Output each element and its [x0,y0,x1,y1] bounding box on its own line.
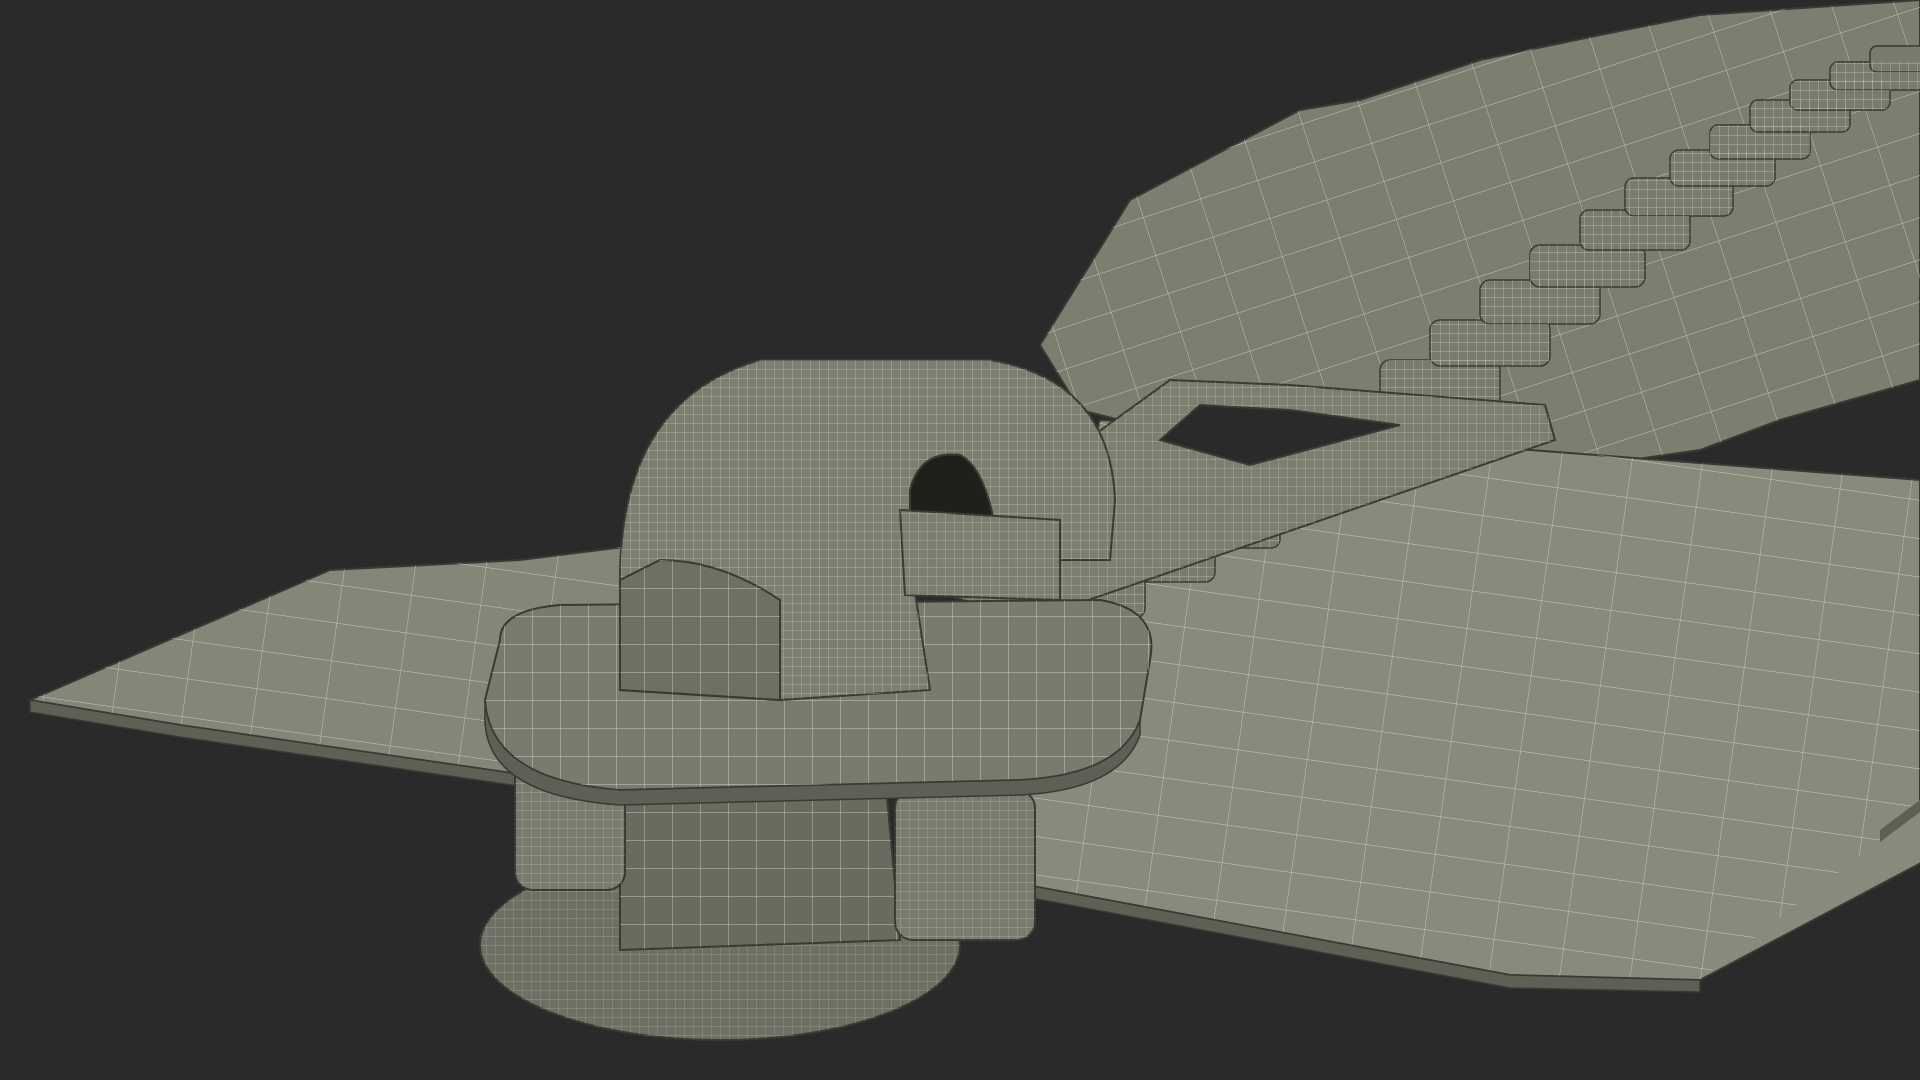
zipper-render [26,0,1920,1041]
render-viewport [0,0,1920,1080]
